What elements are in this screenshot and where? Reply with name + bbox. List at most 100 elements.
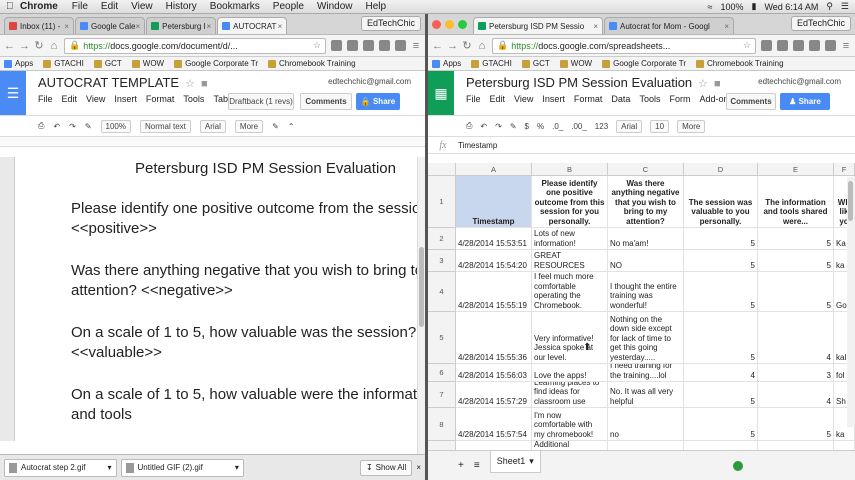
cell-e[interactable]: 4 [758, 312, 834, 364]
extension-icon[interactable] [395, 40, 406, 51]
bookmark-gct[interactable]: GCT [93, 59, 122, 68]
header-cell[interactable]: Please identify one positive outcome fro… [532, 176, 608, 228]
row-header[interactable]: 5 [428, 312, 456, 364]
download-item[interactable]: Autocrat step 2.gif ▾ [4, 458, 117, 477]
column-header-e[interactable]: E [758, 163, 834, 176]
header-cell[interactable]: Was there anything negative that you wis… [608, 176, 684, 228]
extension-icon[interactable] [761, 40, 772, 51]
sheet-tab[interactable]: Sheet1 ▾ [489, 450, 541, 473]
profile-button[interactable]: EdTechChic [790, 16, 851, 31]
close-icon[interactable]: × [593, 22, 598, 31]
cell-a[interactable] [456, 441, 532, 450]
close-icon[interactable]: × [724, 22, 729, 31]
cell-e[interactable]: 5 [758, 250, 834, 272]
chrome-menu-icon[interactable]: ≡ [841, 40, 851, 52]
tab-petersburg[interactable]: Petersburg I × [146, 17, 217, 34]
header-cell[interactable]: The session was valuable to you personal… [684, 176, 758, 228]
zoom-window-icon[interactable] [458, 20, 467, 29]
cell-e[interactable]: 3 [758, 364, 834, 382]
share-button[interactable]: ♟ Share [780, 93, 830, 110]
extension-icon[interactable] [793, 40, 804, 51]
menu-tools[interactable]: Tools [183, 94, 204, 104]
undo-icon[interactable]: ↶ [53, 122, 60, 131]
docs-home-icon[interactable]: ☰ [0, 71, 26, 115]
cell-d[interactable]: 5 [684, 228, 758, 250]
style-select[interactable]: Normal text [139, 119, 191, 133]
column-header-d[interactable]: D [684, 163, 758, 176]
cell-c[interactable]: I thought the entire training was wonder… [608, 272, 684, 312]
profile-button[interactable]: EdTechChic [360, 16, 421, 31]
cell-b[interactable]: Learning places to find ideas for classr… [532, 382, 608, 408]
column-header-c[interactable]: C [608, 163, 684, 176]
font-size-select[interactable]: 10 [650, 119, 670, 133]
bookmark-gct[interactable]: GCT [521, 59, 550, 68]
header-cell[interactable]: The information and tools shared were... [758, 176, 834, 228]
scrollbar-thumb[interactable] [848, 181, 853, 221]
close-icon[interactable]: × [135, 22, 140, 31]
more-button[interactable]: More [234, 119, 264, 133]
account-email[interactable]: edtechchic@gmail.com [328, 77, 411, 86]
number-format-button[interactable]: 123 [595, 122, 608, 131]
forward-icon[interactable]: → [19, 40, 30, 52]
ruler[interactable] [0, 137, 425, 147]
menu-data[interactable]: Data [611, 94, 630, 104]
menubar-people[interactable]: People [273, 1, 304, 12]
select-all-corner[interactable] [428, 163, 456, 176]
home-icon[interactable]: ⌂ [477, 40, 487, 52]
close-icon[interactable]: × [64, 22, 69, 31]
menubar-file[interactable]: File [72, 1, 88, 12]
zoom-select[interactable]: 100% [100, 119, 131, 133]
cell-d[interactable]: 5 [684, 250, 758, 272]
bookmark-google-corporate[interactable]: Google Corporate Tr [602, 59, 686, 68]
menu-tools[interactable]: Tools [639, 94, 660, 104]
menubar-app-name[interactable]: Chrome [20, 1, 58, 12]
cell-d[interactable]: 5 [684, 312, 758, 364]
menu-edit[interactable]: Edit [490, 94, 506, 104]
all-sheets-icon[interactable]: ≡ [474, 460, 480, 471]
back-icon[interactable]: ← [4, 40, 15, 52]
bookmark-wow[interactable]: WOW [131, 59, 164, 68]
star-icon[interactable]: ☆ [185, 78, 195, 90]
bookmark-chromebook-training[interactable]: Chromebook Training [268, 59, 356, 68]
formula-input[interactable]: Timestamp [458, 141, 497, 150]
cell-b[interactable]: GREAT RESOURCES [532, 250, 608, 272]
battery-percent[interactable]: 100% [720, 2, 743, 12]
bookmark-google-corporate[interactable]: Google Corporate Tr [174, 59, 258, 68]
menu-file[interactable]: File [466, 94, 481, 104]
menubar-help[interactable]: Help [366, 1, 387, 12]
row-header[interactable]: 1 [428, 176, 456, 228]
tab-calendar[interactable]: Google Cale × [75, 17, 146, 34]
extension-icon[interactable] [379, 40, 390, 51]
row-header[interactable]: 3 [428, 250, 456, 272]
forward-icon[interactable]: → [447, 40, 458, 52]
cell-a[interactable]: 4/28/2014 15:55:36 [456, 312, 532, 364]
cell-e[interactable] [758, 441, 834, 450]
cell-c[interactable] [608, 441, 684, 450]
cell-d[interactable]: 4 [684, 364, 758, 382]
undo-icon[interactable]: ↶ [480, 122, 487, 131]
menu-form[interactable]: Form [669, 94, 690, 104]
folder-icon[interactable]: ■ [201, 78, 208, 90]
bookmark-star-icon[interactable]: ☆ [313, 40, 321, 51]
sheet-scrollbar[interactable] [847, 177, 855, 427]
wifi-icon[interactable]: ≈ [708, 2, 713, 12]
row-header[interactable]: 6 [428, 364, 456, 382]
notifications-icon[interactable]: ☰ [841, 1, 849, 12]
bookmark-gtachi[interactable]: GTACHI [471, 59, 512, 68]
address-bar[interactable]: 🔒 https://docs.google.com/spreadsheets..… [492, 37, 756, 54]
cell-d[interactable]: 5 [684, 382, 758, 408]
print-icon[interactable]: ⎙ [466, 121, 472, 131]
menubar-view[interactable]: View [131, 1, 153, 12]
close-icon[interactable]: × [416, 463, 421, 472]
cell-a[interactable]: 4/28/2014 15:57:54 [456, 408, 532, 441]
cell-c[interactable]: No ma'am! [608, 228, 684, 250]
bookmark-chromebook-training[interactable]: Chromebook Training [696, 59, 784, 68]
cell-b[interactable]: Love the apps! [532, 364, 608, 382]
cell-b[interactable]: I feel much more comfortable operating t… [532, 272, 608, 312]
doc-title[interactable]: AUTOCRAT TEMPLATE ☆ ■ [38, 75, 208, 90]
row-header[interactable]: 7 [428, 382, 456, 408]
folder-icon[interactable]: ■ [714, 78, 721, 90]
cell-d[interactable]: 5 [684, 408, 758, 441]
menubar-edit[interactable]: Edit [101, 1, 118, 12]
cell-e[interactable]: 5 [758, 228, 834, 250]
